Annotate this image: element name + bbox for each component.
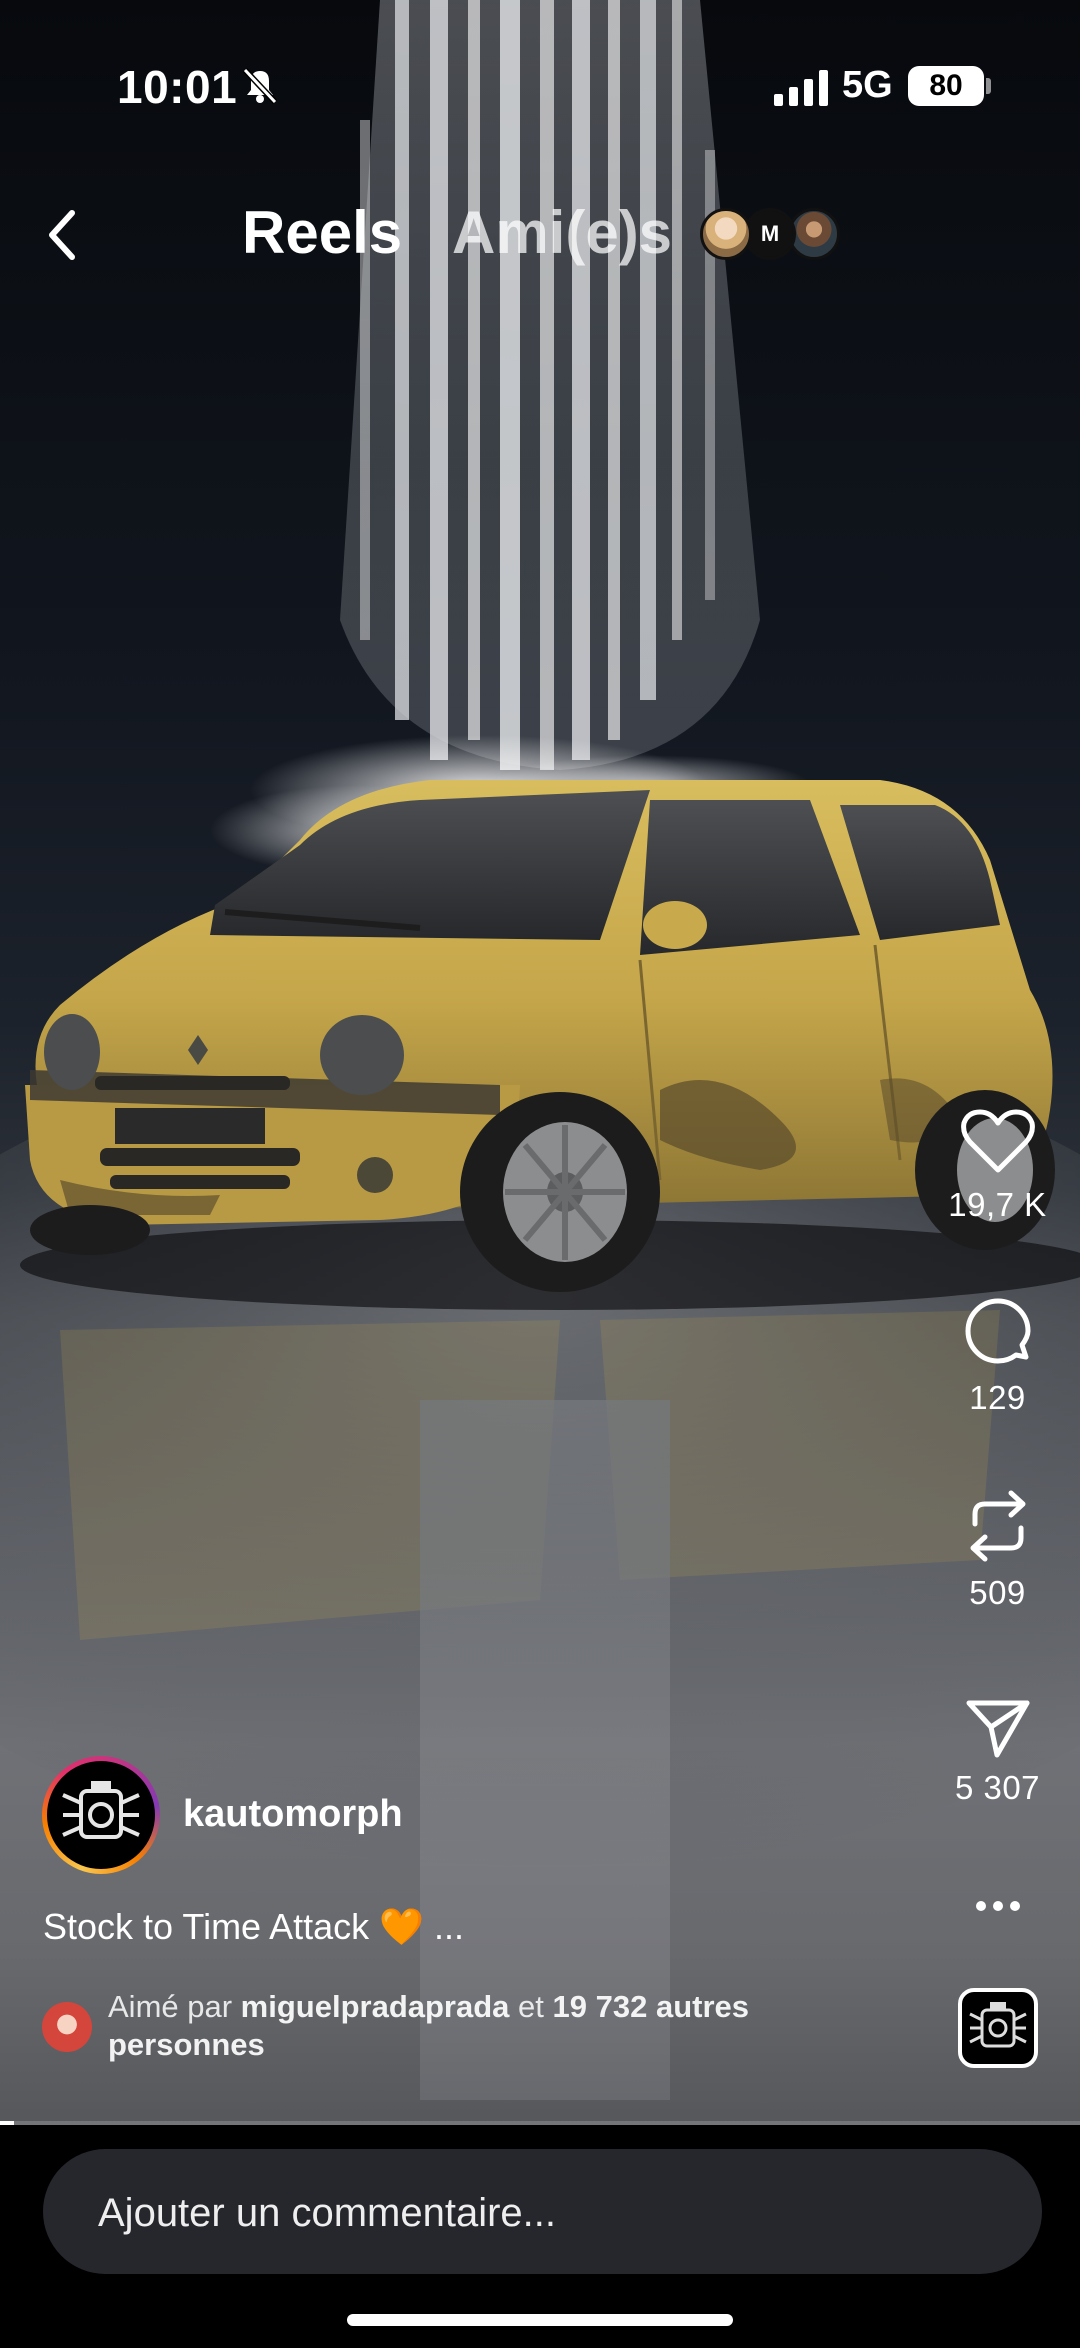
engine-logo-icon: [969, 2002, 1027, 2048]
comment-icon: [965, 1298, 1030, 1364]
audio-thumbnail[interactable]: [958, 1988, 1038, 2068]
tab-friends[interactable]: Ami(e)s: [452, 198, 672, 267]
send-icon: [966, 1700, 1029, 1758]
chevron-left-icon[interactable]: [40, 205, 84, 265]
signal-icon: [774, 70, 828, 106]
post-caption[interactable]: Stock to Time Attack 🧡 ...: [43, 1906, 464, 1948]
liked-by-text[interactable]: Aimé par miguelpradaprada et 19 732 autr…: [108, 1988, 868, 2064]
comment-button[interactable]: 129: [940, 1297, 1055, 1417]
author-username[interactable]: kautomorph: [183, 1793, 403, 1836]
share-button[interactable]: 5 307: [940, 1697, 1055, 1807]
caption-more[interactable]: ...: [434, 1906, 464, 1947]
battery-indicator: 80: [908, 66, 984, 106]
liked-prefix: Aimé par: [108, 1989, 233, 2024]
bell-slash-icon: [242, 67, 278, 105]
repost-icon: [970, 1490, 1025, 1562]
status-time: 10:01: [117, 61, 238, 113]
reel-video[interactable]: [0, 0, 1080, 2125]
status-bar: 10:01 5G 80: [0, 0, 1080, 175]
home-indicator[interactable]: [347, 2314, 733, 2326]
engine-logo-icon: [62, 1781, 140, 1839]
heart-icon: [960, 1109, 1035, 1173]
comment-count: 129: [969, 1379, 1026, 1416]
friend-avatar: [700, 208, 752, 260]
video-frame-illustration: [0, 0, 1080, 2100]
friend-avatars[interactable]: M: [700, 208, 840, 260]
repost-button[interactable]: 509: [940, 1488, 1055, 1612]
caption-text: Stock to Time Attack: [43, 1906, 370, 1947]
author-avatar[interactable]: [42, 1756, 160, 1874]
battery-tip: [986, 78, 991, 94]
like-count: 19,7 K: [948, 1186, 1047, 1223]
comment-input[interactable]: Ajouter un commentaire...: [43, 2149, 1042, 2274]
network-type: 5G: [842, 64, 893, 106]
more-icon[interactable]: [975, 1896, 1021, 1916]
liked-connector: et: [518, 1989, 544, 2024]
comment-placeholder: Ajouter un commentaire...: [98, 2191, 556, 2235]
share-count: 5 307: [954, 1769, 1041, 1806]
repost-count: 509: [969, 1574, 1026, 1611]
like-button[interactable]: 19,7 K: [940, 1108, 1055, 1224]
caption-emoji: 🧡: [379, 1906, 424, 1947]
liked-by-avatar[interactable]: [42, 2002, 92, 2052]
liked-user[interactable]: miguelpradaprada: [241, 1989, 510, 2024]
tab-reels[interactable]: Reels: [242, 198, 402, 267]
